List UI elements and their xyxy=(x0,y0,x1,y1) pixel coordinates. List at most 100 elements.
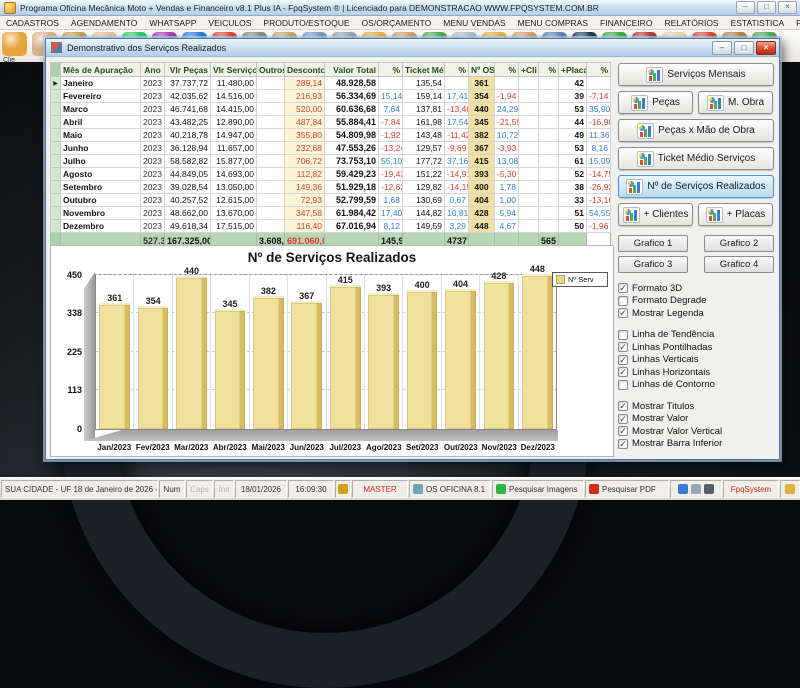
table-row-novembro[interactable]: Novembro202348.662,0013.670,00347,5861.9… xyxy=(51,207,611,220)
cell-ticket: 151,22 xyxy=(403,168,445,181)
checkbox-formato-3d[interactable]: ✓Formato 3D xyxy=(618,282,774,295)
menu-item-menu-compras[interactable]: MENU COMPRAS xyxy=(512,18,594,28)
menu-item-menu-vendas[interactable]: MENU VENDAS xyxy=(437,18,511,28)
checkbox-linha-de-tend-ncia[interactable]: Linha de Tendência xyxy=(618,329,774,342)
clients-icon[interactable]: Clie xyxy=(2,32,27,56)
table-row-agosto[interactable]: Agosto202344.849,0514.693,00112,8259.429… xyxy=(51,168,611,181)
report-button-servi-os-mensais[interactable]: Serviços Mensais xyxy=(618,63,774,86)
cell-num xyxy=(257,181,285,194)
row-gutter: ▶ xyxy=(51,77,61,90)
chart-button-icon xyxy=(707,95,724,111)
checkbox-mostrar-titulos[interactable]: ✓Mostrar Titulos xyxy=(618,400,774,413)
menu-item-relat-rios[interactable]: RELATÓRIOS xyxy=(658,18,724,28)
status-bar: SUA CIDADE - UF 18 de Janeiro de 2026 - … xyxy=(0,477,800,500)
menu-item-os-or-amento[interactable]: OS/ORÇAMENTO xyxy=(356,18,438,28)
menu-item-whatsapp[interactable]: WHATSAPP xyxy=(143,18,202,28)
grafico-button-grafico-2[interactable]: Grafico 2 xyxy=(704,235,774,252)
table-row-junho[interactable]: Junho202336.128,9411.657,00232,6847.553,… xyxy=(51,142,611,155)
bar-value-label: 367 xyxy=(299,291,314,301)
dialog-icon xyxy=(51,42,62,53)
column-header--14: % xyxy=(539,63,559,77)
pct-positive: 1,00 xyxy=(499,195,516,205)
explorer-icon[interactable] xyxy=(678,484,688,494)
report-button-ticket-m-dio-servi-os[interactable]: Ticket Médio Serviços xyxy=(618,147,774,170)
grafico-button-grafico-3[interactable]: Grafico 3 xyxy=(618,256,688,273)
x-axis-label-ago-2023: Ago/2023 xyxy=(365,443,404,452)
table-row-janeiro[interactable]: ▶Janeiro202337.737,7211.480,00289,1448.9… xyxy=(51,77,611,90)
menu-item-financeiro[interactable]: FINANCEIRO xyxy=(594,18,658,28)
cell-pct xyxy=(539,194,559,207)
search-pdf-button[interactable]: Pesquisar PDF xyxy=(585,480,669,498)
restore-button[interactable]: □ xyxy=(757,1,776,14)
checkbox-formato-degrade[interactable]: Formato Degrade xyxy=(618,295,774,308)
cell-num xyxy=(519,220,539,233)
dialog-titlebar[interactable]: Demonstrativo dos Serviços Realizados – … xyxy=(46,39,779,57)
menu-item-ferramentas[interactable]: FERRAMENTAS xyxy=(790,18,800,28)
brand-label: FpqSystem xyxy=(731,485,771,494)
pct-negative: -13,16 xyxy=(589,195,611,205)
menu-item-cadastros[interactable]: CADASTROS xyxy=(0,18,65,28)
checkbox-linhas-pontilhadas[interactable]: ✓Linhas Pontilhadas xyxy=(618,341,774,354)
report-button-pe-as[interactable]: Peças xyxy=(618,91,693,114)
report-button-n-de-servi-os-realizados[interactable]: Nº de Serviços Realizados xyxy=(618,175,774,198)
menu-item-veiculos[interactable]: VEICULOS xyxy=(202,18,257,28)
checkbox-mostrar-legenda[interactable]: ✓Mostrar Legenda xyxy=(618,307,774,320)
grafico-button-grafico-4[interactable]: Grafico 4 xyxy=(704,256,774,273)
cell-desc: 706,72 xyxy=(285,155,325,168)
table-row-julho[interactable]: Julho202358.582,8215.877,00706,7273.753,… xyxy=(51,155,611,168)
table-row-dezembro[interactable]: Dezembro202349.618,3417.515,00116,4067.0… xyxy=(51,220,611,233)
menu-item-agendamento[interactable]: AGENDAMENTO xyxy=(65,18,143,28)
printer-icon[interactable] xyxy=(691,484,701,494)
table-row-setembro[interactable]: Setembro202339.028,5413.050,00149,3651.9… xyxy=(51,181,611,194)
cell-ano: 2023 xyxy=(141,129,165,142)
cell-pct: -1,94 xyxy=(495,90,519,103)
search-images-button[interactable]: Pesquisar Imagens xyxy=(492,480,584,498)
cell-num: 37.737,72 xyxy=(165,77,211,90)
pct-negative: -1,94 xyxy=(497,91,516,101)
cell-ano: 2023 xyxy=(141,181,165,194)
checkbox-linhas-de-contorno[interactable]: Linhas de Contorno xyxy=(618,379,774,392)
cell-total: 48.928,58 xyxy=(325,77,379,90)
cell-pct: 24,29 xyxy=(495,103,519,116)
table-row-maio[interactable]: Maio202340.218,7814.947,00355,8054.809,9… xyxy=(51,129,611,142)
table-row-marco[interactable]: Marco202346.741,6814.415,00520,0060.636,… xyxy=(51,103,611,116)
grafico-button-grafico-1[interactable]: Grafico 1 xyxy=(618,235,688,252)
column-header-vlr-pe-as-3: Vlr Peças xyxy=(165,63,211,77)
menu-item-produto-estoque[interactable]: PRODUTO/ESTOQUE xyxy=(257,18,355,28)
checkbox-mostrar-barra-inferior[interactable]: ✓Mostrar Barra Inferior xyxy=(618,438,774,451)
checkbox-mostrar-valor-vertical[interactable]: ✓Mostrar Valor Vertical xyxy=(618,425,774,438)
monitor-icon[interactable] xyxy=(704,484,714,494)
report-button-clientes[interactable]: + Clientes xyxy=(618,203,693,226)
report-button-pe-as-x-m-o-de-obra[interactable]: Peças x Mão de Obra xyxy=(618,119,774,142)
cell-pct: 10,72 xyxy=(495,129,519,142)
checkbox-linhas-horizontais[interactable]: ✓Linhas Horizontais xyxy=(618,366,774,379)
cell-ticket: 135,54 xyxy=(403,77,445,90)
table-row-outubro[interactable]: Outubro202340.257,5212.615,0072,9352.799… xyxy=(51,194,611,207)
table-row-fevereiro[interactable]: Fevereiro202342.035,6214.516,00216,9356.… xyxy=(51,90,611,103)
cell-num: 46.741,68 xyxy=(165,103,211,116)
pct-negative: -3,93 xyxy=(497,143,516,153)
pct-positive: 37,16 xyxy=(447,156,468,166)
cell-pct: 55,10 xyxy=(379,155,403,168)
checkbox-linhas-verticais[interactable]: ✓Linhas Verticais xyxy=(618,354,774,367)
dialog-minimize-button[interactable]: – xyxy=(712,41,732,55)
dialog-close-button[interactable]: × xyxy=(756,41,776,55)
checkbox-mostrar-valor[interactable]: ✓Mostrar Valor xyxy=(618,413,774,426)
cell-pct xyxy=(539,116,559,129)
dialog-maximize-button[interactable]: □ xyxy=(734,41,754,55)
close-button[interactable]: × xyxy=(778,1,797,14)
minimize-button[interactable]: – xyxy=(736,1,755,14)
chart-column: 361 xyxy=(96,275,134,429)
chart-button-icon xyxy=(637,151,654,167)
checkbox-box: ✓ xyxy=(618,283,628,293)
pct-positive: 8,12 xyxy=(383,221,400,231)
cell-num xyxy=(257,220,285,233)
table-row-abril[interactable]: Abril202343.482,2512.890,00487,8455.884,… xyxy=(51,116,611,129)
cell-num: 17.515,00 xyxy=(211,220,257,233)
cell-pct: -11,42 xyxy=(445,129,469,142)
report-button-placas[interactable]: + Placas xyxy=(698,203,773,226)
bar-value-label: 354 xyxy=(146,296,161,306)
report-button-m-obra[interactable]: M. Obra xyxy=(698,91,773,114)
menu-item-estatistica[interactable]: ESTATISTICA xyxy=(725,18,791,28)
services-table[interactable]: Mês de ApuraçãoAnoVlr PeçasVlr ServiçoOu… xyxy=(50,62,611,249)
